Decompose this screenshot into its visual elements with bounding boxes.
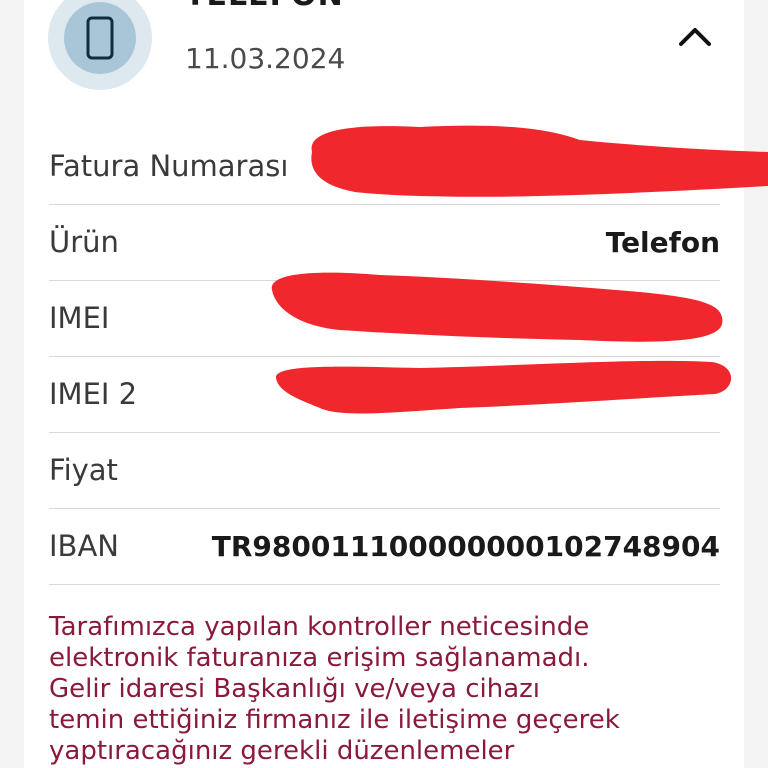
imei-label: IMEI [49, 301, 110, 335]
detail-row-price: Fiyat [49, 432, 720, 509]
imei-2-label: IMEI 2 [49, 377, 138, 411]
detail-row-imei: IMEI [49, 280, 720, 357]
detail-row-iban: IBAN TR980011100000000102748904 [49, 508, 720, 585]
chevron-up-icon [679, 28, 711, 46]
notice-line: temin ettiğiniz firmanız ile iletişime g… [49, 705, 620, 735]
iban-value: TR980011100000000102748904 [211, 529, 720, 563]
notice-line: elektronik faturanıza erişim sağlanamadı… [49, 643, 590, 673]
invoice-number-label: Fatura Numarası [49, 149, 289, 183]
price-label: Fiyat [49, 453, 118, 487]
detail-row-product: Ürün Telefon [49, 204, 720, 281]
product-avatar [48, 0, 152, 90]
product-label: Ürün [49, 225, 119, 259]
notice-message: Tarafımızca yapılan kontroller neticesin… [49, 612, 689, 767]
product-title: TELEFON [185, 0, 344, 13]
invoice-card: TELEFON 11.03.2024 Fatura Numarası Ürün … [24, 0, 744, 768]
collapse-button[interactable] [677, 22, 713, 50]
detail-row-imei-2: IMEI 2 [49, 356, 720, 433]
notice-line: yaptıracağınız gerekli düzenlemeler [49, 736, 515, 766]
iban-label: IBAN [49, 529, 119, 563]
invoice-date: 11.03.2024 [185, 42, 346, 75]
notice-line: Gelir idaresi Başkanlığı ve/veya cihazı [49, 674, 541, 704]
product-value: Telefon [605, 225, 720, 259]
detail-row-invoice-number: Fatura Numarası [49, 128, 720, 205]
notice-line: Tarafımızca yapılan kontroller neticesin… [49, 612, 590, 642]
phone-icon [86, 16, 114, 60]
